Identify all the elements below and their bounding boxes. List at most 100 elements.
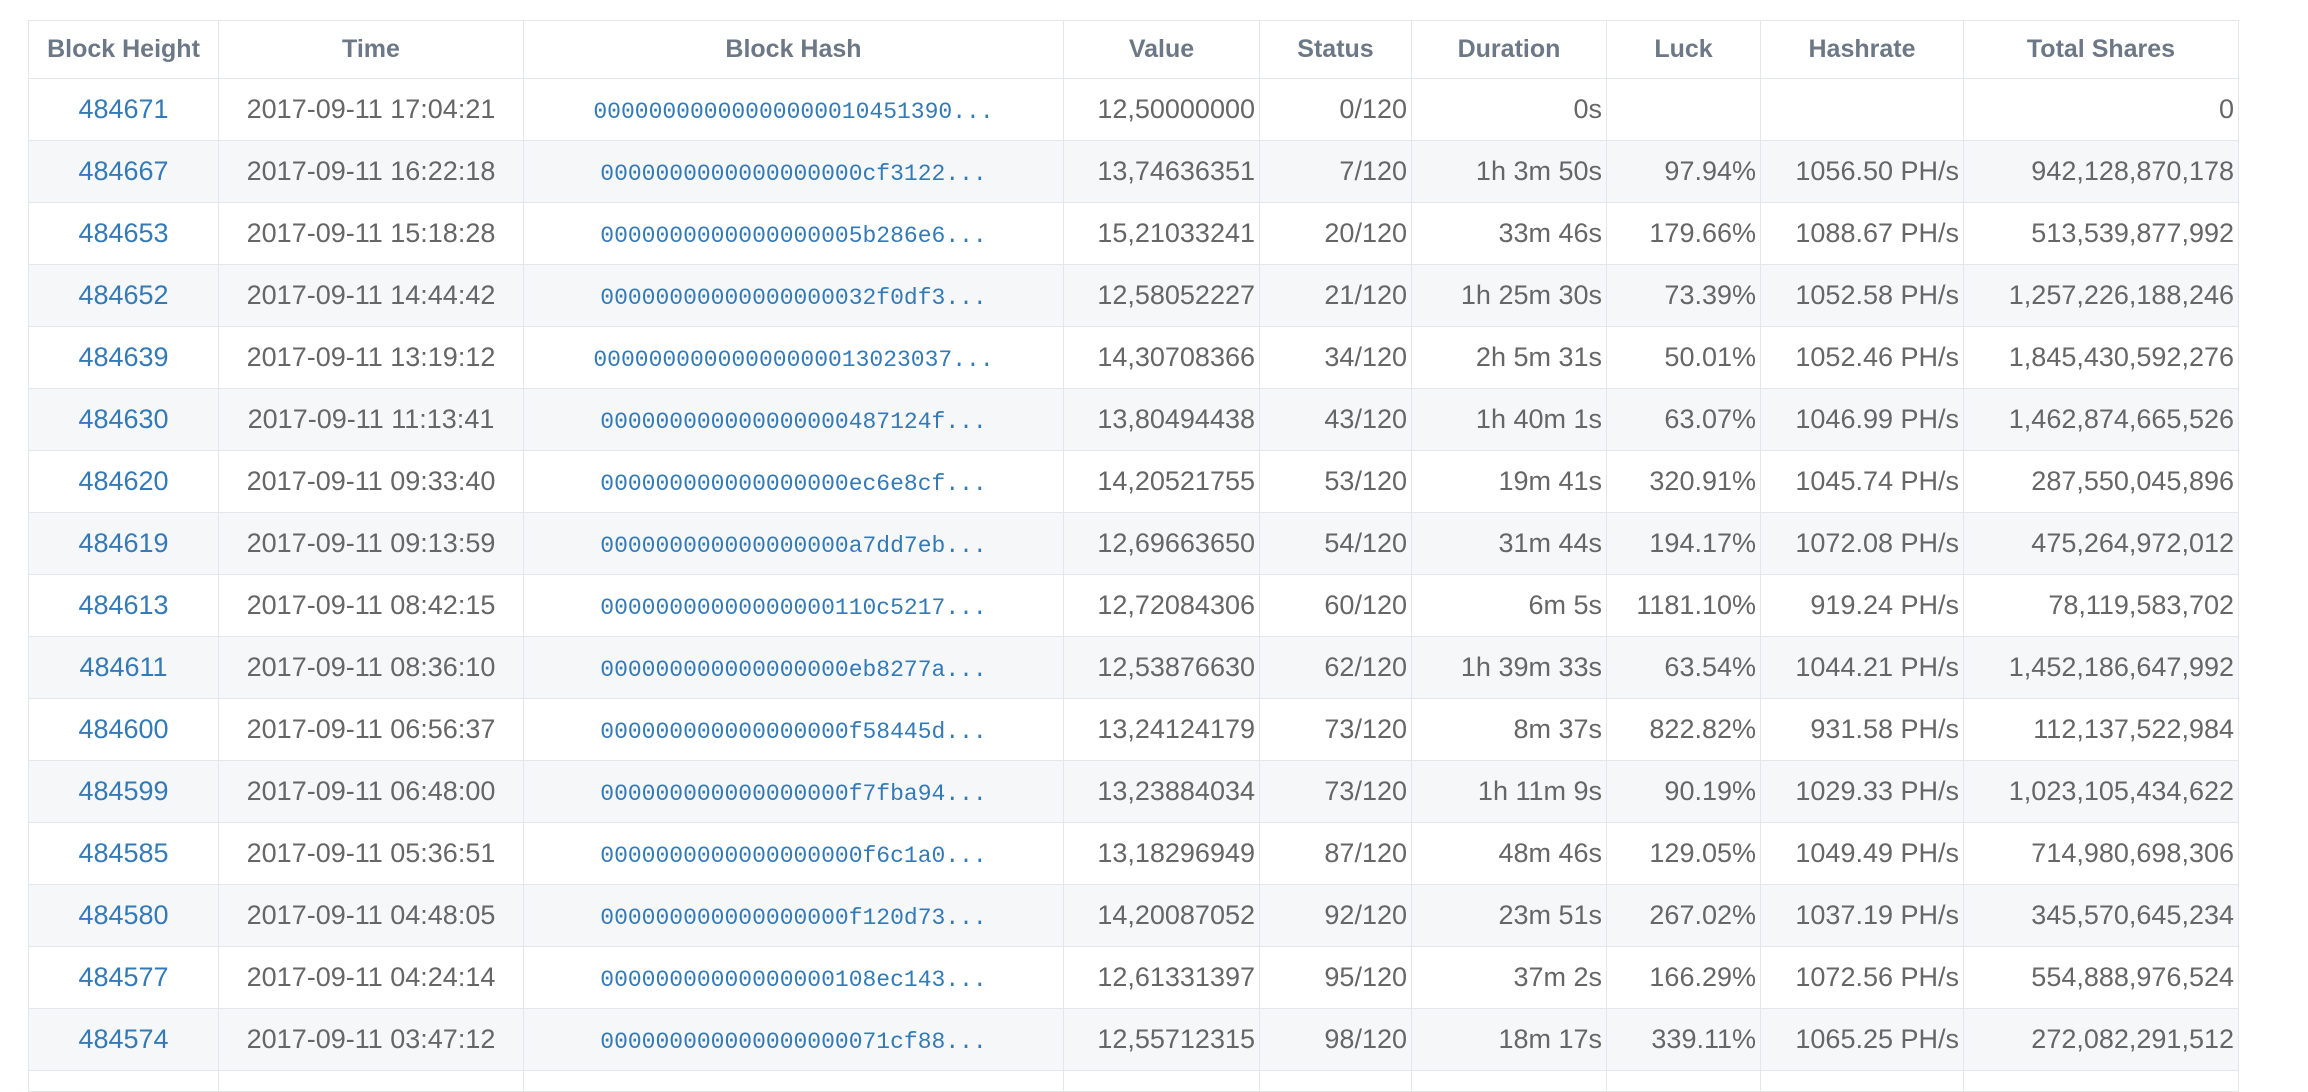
- status-cell: 62/120: [1259, 636, 1412, 699]
- total-shares-cell: 513,539,877,992: [1963, 202, 2239, 265]
- block-height-cell-link[interactable]: 484574: [78, 1024, 168, 1054]
- table-row-partial: [28, 1070, 2239, 1092]
- time-cell: 2017-09-11 08:36:10: [218, 636, 524, 699]
- time-cell: 2017-09-11 15:18:28: [218, 202, 524, 265]
- time-cell: 2017-09-11 04:48:05: [218, 884, 524, 947]
- block-hash-cell-link[interactable]: 0000000000000000005b286e6...: [600, 223, 986, 249]
- duration-cell: 1h 11m 9s: [1411, 760, 1607, 823]
- status-cell: 34/120: [1259, 326, 1412, 389]
- total-shares-cell: 112,137,522,984: [1963, 698, 2239, 761]
- block-hash-cell-link[interactable]: 000000000000000000487124f...: [600, 409, 986, 435]
- block-height-cell-link[interactable]: 484600: [78, 714, 168, 744]
- block-height-cell: 484667: [28, 140, 219, 203]
- table-header-row: Block Height Time Block Hash Value Statu…: [28, 20, 2239, 79]
- hashrate-cell: 1037.19 PH/s: [1760, 884, 1964, 947]
- block-hash-cell-link[interactable]: 0000000000000000000f6c1a0...: [600, 843, 986, 869]
- block-hash-cell-link[interactable]: 000000000000000000f7fba94...: [600, 781, 986, 807]
- total-shares-cell: 714,980,698,306: [1963, 822, 2239, 885]
- block-height-cell-link[interactable]: 484599: [78, 776, 168, 806]
- luck-cell: 50.01%: [1606, 326, 1761, 389]
- column-header-status[interactable]: Status: [1259, 20, 1412, 79]
- block-hash-cell-link[interactable]: 000000000000000000a7dd7eb...: [600, 533, 986, 559]
- duration-cell: 2h 5m 31s: [1411, 326, 1607, 389]
- block-hash-cell: 0000000000000000005b286e6...: [523, 202, 1064, 265]
- total-shares-cell: 1,845,430,592,276: [1963, 326, 2239, 389]
- value-cell: 12,53876630: [1063, 636, 1260, 699]
- block-height-cell-link[interactable]: 484639: [78, 342, 168, 372]
- table-row: 484611 2017-09-11 08:36:10 000000000000000…: [28, 636, 2239, 699]
- block-height-cell-link[interactable]: 484671: [78, 94, 168, 124]
- column-header-luck[interactable]: Luck: [1606, 20, 1761, 79]
- time-cell: 2017-09-11 09:33:40: [218, 450, 524, 513]
- block-hash-cell-link[interactable]: 00000000000000000032f0df3...: [600, 285, 986, 311]
- total-shares-cell: 1,462,874,665,526: [1963, 388, 2239, 451]
- block-height-cell-link[interactable]: 484613: [78, 590, 168, 620]
- block-height-cell-link[interactable]: 484619: [78, 528, 168, 558]
- block-height-cell-link[interactable]: 484652: [78, 280, 168, 310]
- column-header-block-height[interactable]: Block Height: [28, 20, 219, 79]
- block-height-cell-link[interactable]: 484585: [78, 838, 168, 868]
- hashrate-cell: 1044.21 PH/s: [1760, 636, 1964, 699]
- table-row: 484630 2017-09-11 11:13:41 000000000000000…: [28, 388, 2239, 451]
- block-height-cell-link[interactable]: 484611: [79, 652, 167, 682]
- table-row: 484613 2017-09-11 08:42:15 000000000000000…: [28, 574, 2239, 637]
- time-cell: 2017-09-11 09:13:59: [218, 512, 524, 575]
- value-cell: 15,21033241: [1063, 202, 1260, 265]
- block-hash-cell-link[interactable]: 000000000000000000ec6e8cf...: [600, 471, 986, 497]
- luck-cell: 63.54%: [1606, 636, 1761, 699]
- block-height-cell-link[interactable]: 484620: [78, 466, 168, 496]
- status-cell: 53/120: [1259, 450, 1412, 513]
- column-header-duration[interactable]: Duration: [1411, 20, 1607, 79]
- block-hash-cell-link[interactable]: 00000000000000000108ec143...: [600, 967, 986, 993]
- value-cell: 14,20087052: [1063, 884, 1260, 947]
- hashrate-cell: 1072.56 PH/s: [1760, 946, 1964, 1009]
- column-header-block-hash[interactable]: Block Hash: [523, 20, 1064, 79]
- luck-cell: 339.11%: [1606, 1008, 1761, 1071]
- table-row: 484577 2017-09-11 04:24:14 000000000000000…: [28, 946, 2239, 1009]
- empty-cell: [1063, 1070, 1260, 1092]
- block-height-cell-link[interactable]: 484577: [78, 962, 168, 992]
- status-cell: 98/120: [1259, 1008, 1412, 1071]
- total-shares-cell: 942,128,870,178: [1963, 140, 2239, 203]
- time-cell: 2017-09-11 13:19:12: [218, 326, 524, 389]
- total-shares-cell: 1,023,105,434,622: [1963, 760, 2239, 823]
- block-hash-cell-link[interactable]: 0000000000000000000cf3122...: [600, 161, 986, 187]
- column-header-total-shares[interactable]: Total Shares: [1963, 20, 2239, 79]
- hashrate-cell: 1046.99 PH/s: [1760, 388, 1964, 451]
- empty-cell: [1760, 1070, 1964, 1092]
- block-height-cell: 484619: [28, 512, 219, 575]
- block-hash-cell-link[interactable]: 000000000000000000f58445d...: [600, 719, 986, 745]
- block-height-cell: 484611: [28, 636, 219, 699]
- value-cell: 13,80494438: [1063, 388, 1260, 451]
- column-header-hashrate[interactable]: Hashrate: [1760, 20, 1964, 79]
- column-header-time[interactable]: Time: [218, 20, 524, 79]
- block-height-cell-link[interactable]: 484580: [78, 900, 168, 930]
- block-hash-cell-link[interactable]: 00000000000000000010451390...: [593, 99, 993, 125]
- block-hash-cell-link[interactable]: 00000000000000000110c5217...: [600, 595, 986, 621]
- block-hash-cell: 00000000000000000010451390...: [523, 78, 1064, 141]
- block-height-cell-link[interactable]: 484630: [78, 404, 168, 434]
- status-cell: 73/120: [1259, 698, 1412, 761]
- block-hash-cell: 000000000000000000f58445d...: [523, 698, 1064, 761]
- value-cell: 13,18296949: [1063, 822, 1260, 885]
- block-height-cell-link[interactable]: 484667: [78, 156, 168, 186]
- empty-cell: [1963, 1070, 2239, 1092]
- block-height-cell: 484620: [28, 450, 219, 513]
- luck-cell: 73.39%: [1606, 264, 1761, 327]
- luck-cell: 166.29%: [1606, 946, 1761, 1009]
- block-height-cell-link[interactable]: 484653: [78, 218, 168, 248]
- total-shares-cell: 272,082,291,512: [1963, 1008, 2239, 1071]
- block-hash-cell-link[interactable]: 000000000000000000071cf88...: [600, 1029, 986, 1055]
- block-hash-cell-link[interactable]: 000000000000000000eb8277a...: [600, 657, 986, 683]
- value-cell: 13,74636351: [1063, 140, 1260, 203]
- block-hash-cell-link[interactable]: 000000000000000000f120d73...: [600, 905, 986, 931]
- block-height-cell: 484577: [28, 946, 219, 1009]
- total-shares-cell: 78,119,583,702: [1963, 574, 2239, 637]
- column-header-value[interactable]: Value: [1063, 20, 1260, 79]
- table-row: 484585 2017-09-11 05:36:51 000000000000000…: [28, 822, 2239, 885]
- table-row: 484580 2017-09-11 04:48:05 000000000000000…: [28, 884, 2239, 947]
- block-hash-cell-link[interactable]: 00000000000000000013023037...: [593, 347, 993, 373]
- block-height-cell: 484574: [28, 1008, 219, 1071]
- hashrate-cell: 1065.25 PH/s: [1760, 1008, 1964, 1071]
- value-cell: 12,69663650: [1063, 512, 1260, 575]
